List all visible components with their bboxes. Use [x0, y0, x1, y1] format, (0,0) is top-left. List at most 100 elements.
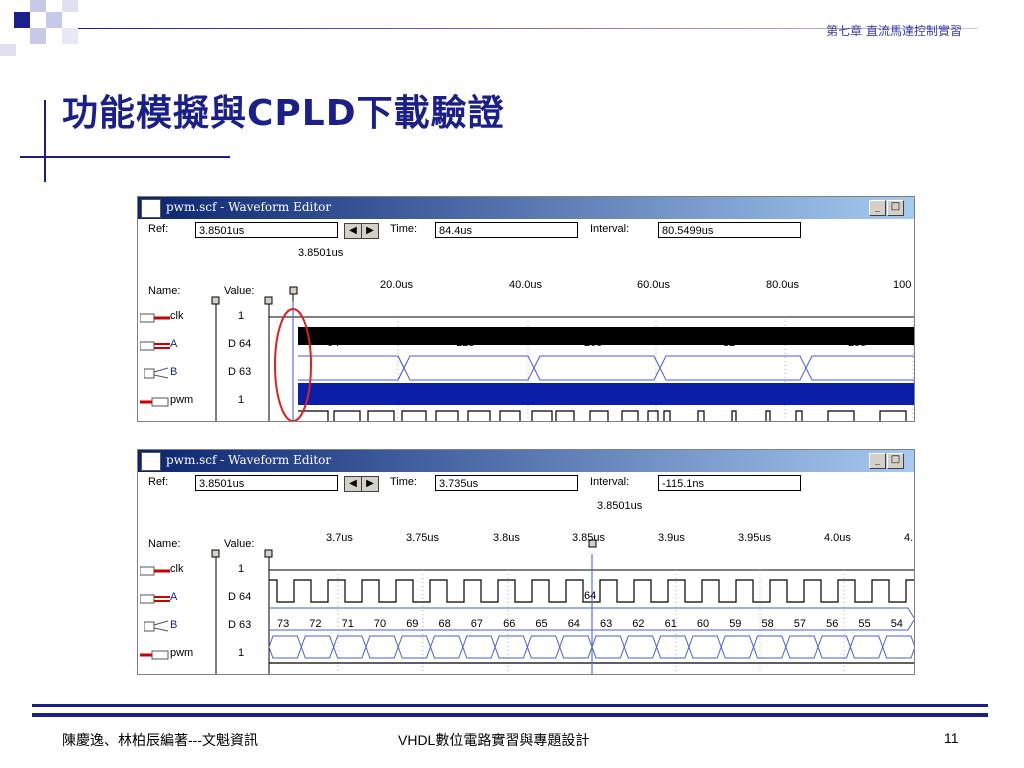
signal-row-clk[interactable]: clk 1	[138, 560, 269, 582]
signal-value: 1	[238, 563, 245, 575]
bus-value: 60	[696, 618, 710, 630]
signal-value: 1	[238, 394, 245, 406]
ref-left-arrow-button[interactable]: ◀	[344, 476, 362, 492]
signal-row-clk[interactable]: clk 1	[138, 307, 269, 329]
signal-row-b[interactable]: B D 63	[138, 363, 269, 385]
signal-name: B	[170, 366, 178, 378]
title-horizontal-rule	[20, 156, 230, 158]
name-header: Name:	[148, 538, 181, 550]
interval-input[interactable]: 80.5499us	[658, 222, 801, 238]
bus-value: 54	[890, 618, 903, 630]
bus-value: 65	[535, 618, 548, 630]
signal-row-a[interactable]: A D 64	[138, 588, 269, 610]
bus-segment	[526, 635, 561, 659]
time-tick: 3.7us	[326, 532, 353, 544]
interval-label: Interval:	[590, 476, 630, 488]
slide-title: 功能模擬與CPLD下載驗證	[62, 93, 505, 134]
time-input[interactable]: 84.4us	[435, 222, 578, 238]
signal-value: D 63	[228, 366, 252, 378]
window-title: pwm.scf - Waveform Editor	[166, 453, 332, 467]
bus-value: 55	[858, 618, 871, 630]
maximize-button[interactable]: □	[887, 200, 904, 216]
footer-rule-bottom	[32, 713, 988, 717]
bus-value: 56	[826, 618, 839, 630]
bus-value: 58	[761, 618, 774, 630]
signal-name: A	[170, 338, 178, 350]
time-tick: 4.0us	[824, 532, 851, 544]
bus-segment	[785, 635, 819, 659]
ref-input[interactable]: 3.8501us	[195, 475, 338, 491]
signal-name: B	[170, 619, 178, 631]
time-input[interactable]: 3.735us	[435, 475, 578, 491]
bus-segment	[688, 635, 722, 659]
bus-segment	[656, 635, 690, 659]
ref-label: Ref:	[148, 476, 169, 488]
signal-row-pwm[interactable]: pwm 1	[138, 391, 269, 413]
bus-value: 61	[664, 618, 677, 630]
signal-name: clk	[170, 563, 184, 575]
bus-value: 64	[584, 590, 597, 602]
time-tick: 40.0us	[509, 279, 543, 291]
marker-label: 3.8501us	[597, 500, 643, 512]
ref-label: Ref:	[148, 223, 169, 235]
bus-segment	[752, 635, 787, 659]
ref-right-arrow-button[interactable]: ▶	[361, 476, 379, 492]
ref-input[interactable]: 3.8501us	[195, 222, 338, 238]
signal-name: pwm	[170, 394, 194, 406]
waveform-editor-window-1: pwm.scf - Waveform Editor _ □ Ref: 3.850…	[137, 196, 915, 422]
buried-bus-icon	[144, 620, 169, 632]
waveform-editor-window-2: pwm.scf - Waveform Editor _ □ Ref: 3.850…	[137, 449, 915, 675]
bus-segment	[817, 635, 851, 659]
bus-segment	[849, 635, 884, 659]
input-pin-icon	[140, 566, 170, 576]
output-pin-icon	[140, 650, 169, 660]
bus-value: 59	[729, 618, 742, 630]
time-label: Time:	[390, 223, 418, 235]
signal-row-b[interactable]: B D 63	[138, 616, 269, 638]
signal-value: 1	[238, 647, 245, 659]
bus-value: 57	[793, 618, 807, 630]
app-icon	[141, 452, 161, 471]
signal-value: D 64	[228, 591, 252, 603]
input-bus-icon	[140, 341, 170, 351]
minimize-button[interactable]: _	[869, 453, 886, 469]
output-pin-icon	[140, 397, 169, 407]
bus-value: 73	[277, 618, 290, 630]
ref-right-arrow-button[interactable]: ▶	[361, 223, 379, 239]
signal-value: D 64	[228, 338, 252, 350]
signal-row-a[interactable]: A D 64	[138, 335, 269, 357]
bus-value: 70	[373, 618, 387, 630]
bus-segment	[462, 635, 496, 659]
time-tick: 60.0us	[637, 279, 671, 291]
b-bus-waveform	[298, 383, 914, 405]
bus-segment	[300, 635, 335, 659]
buried-bus-icon	[144, 367, 169, 379]
signal-value: D 63	[228, 619, 252, 631]
time-tick: 20.0us	[380, 279, 414, 291]
page-number: 11	[944, 730, 959, 746]
bus-value: 72	[309, 618, 322, 630]
signal-row-pwm[interactable]: pwm 1	[138, 644, 269, 666]
interval-label: Interval:	[590, 223, 630, 235]
time-tick: 3.8us	[493, 532, 520, 544]
maximize-button[interactable]: □	[887, 453, 904, 469]
name-header: Name:	[148, 285, 181, 297]
bus-segment	[720, 635, 755, 659]
time-label: Time:	[390, 476, 418, 488]
bus-segment	[397, 635, 432, 659]
bus-value: 64	[327, 337, 340, 349]
time-tick: 3.75us	[406, 532, 440, 544]
window-titlebar[interactable]: pwm.scf - Waveform Editor _ □	[138, 197, 914, 219]
ref-left-arrow-button[interactable]: ◀	[344, 223, 362, 239]
bus-value: 71	[341, 618, 354, 630]
bus-value: 63	[600, 618, 613, 630]
window-titlebar[interactable]: pwm.scf - Waveform Editor _ □	[138, 450, 914, 472]
minimize-button[interactable]: _	[869, 200, 886, 216]
time-tick: 80.0us	[766, 279, 800, 291]
interval-input[interactable]: -115.1ns	[658, 475, 801, 491]
time-tick: 3.85us	[572, 532, 606, 544]
bus-segment	[623, 635, 658, 659]
time-tick: 4.	[904, 532, 914, 544]
pwm-waveform	[298, 410, 907, 421]
bus-value: 67	[470, 618, 484, 630]
